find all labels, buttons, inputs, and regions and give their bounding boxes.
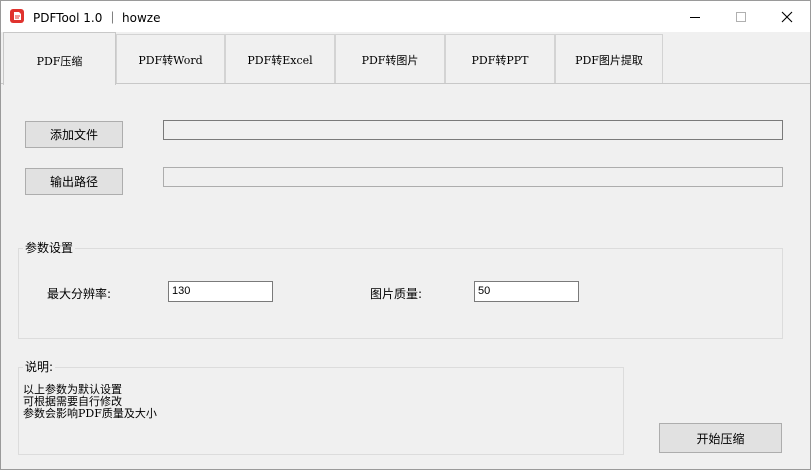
close-icon xyxy=(781,11,793,22)
tab-label: PDF压缩 xyxy=(36,55,83,68)
max-resolution-input[interactable]: 130 xyxy=(168,281,273,302)
tab-pdf-image-extract[interactable]: PDF图片提取 xyxy=(555,34,663,84)
image-quality-label: 图片质量: xyxy=(370,287,423,301)
max-resolution-value: 130 xyxy=(172,285,191,297)
tab-pdf-to-image[interactable]: PDF转图片 xyxy=(335,34,445,84)
tab-label: PDF转PPT xyxy=(471,53,529,67)
pdf-app-icon xyxy=(10,9,24,23)
output-path-label: 输出路径 xyxy=(49,175,98,189)
close-button[interactable] xyxy=(764,1,810,32)
start-compress-button[interactable]: 开始压缩 xyxy=(659,423,782,453)
note-line: 参数会影响PDF质量及大小 xyxy=(23,407,157,420)
tab-strip: PDF压缩 PDF转Word PDF转Excel PDF转图片 PDF转PPT … xyxy=(1,32,810,85)
tab-pdf-to-excel[interactable]: PDF转Excel xyxy=(225,34,335,84)
output-path-field[interactable] xyxy=(163,167,783,187)
tab-pdf-to-word[interactable]: PDF转Word xyxy=(116,34,225,84)
add-file-button[interactable]: 添加文件 xyxy=(25,121,123,148)
image-quality-value: 50 xyxy=(478,285,491,297)
maximize-icon xyxy=(736,11,746,22)
tab-pdf-to-ppt[interactable]: PDF转PPT xyxy=(445,34,555,84)
start-compress-label: 开始压缩 xyxy=(696,431,745,446)
input-file-path-field[interactable] xyxy=(163,120,783,140)
minimize-button[interactable] xyxy=(672,1,718,32)
output-path-button[interactable]: 输出路径 xyxy=(25,168,123,195)
window-title: PDFTool 1.0 ｜ howze xyxy=(33,11,161,25)
app-window: PDFTool 1.0 ｜ howze PDF压缩 PDF转Word PDF转E… xyxy=(0,0,811,470)
tab-label: PDF转Excel xyxy=(247,53,313,67)
tab-label: PDF图片提取 xyxy=(575,53,643,67)
tab-content-pdf-compress: 添加文件 输出路径 参数设置 最大分辨率: 130 图片质量: 50 说明: 以… xyxy=(3,84,808,468)
tab-label: PDF转图片 xyxy=(361,53,419,67)
max-resolution-label: 最大分辨率: xyxy=(47,287,112,301)
minimize-icon xyxy=(690,16,700,18)
title-bar[interactable]: PDFTool 1.0 ｜ howze xyxy=(1,1,810,32)
params-group-title: 参数设置 xyxy=(23,239,76,256)
image-quality-input[interactable]: 50 xyxy=(474,281,579,302)
maximize-button[interactable] xyxy=(718,1,764,32)
tab-label: PDF转Word xyxy=(138,53,203,67)
add-file-label: 添加文件 xyxy=(49,128,98,142)
notes-group-title: 说明: xyxy=(23,358,56,375)
tab-pdf-compress[interactable]: PDF压缩 xyxy=(3,32,116,85)
